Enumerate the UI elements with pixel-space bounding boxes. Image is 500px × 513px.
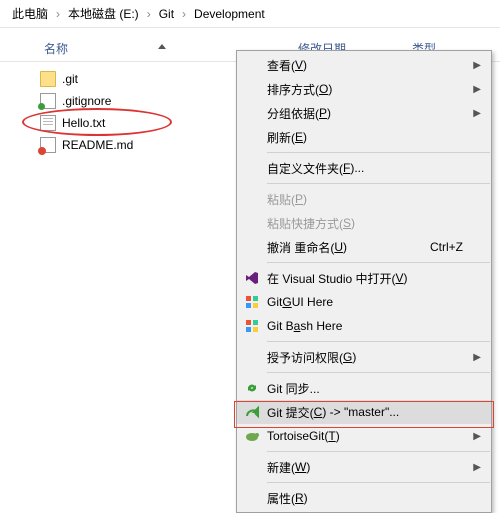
crumb-dev[interactable]: Development [190, 7, 269, 21]
menu-label: Git 同步... [267, 380, 320, 397]
menu-git-sync[interactable]: Git 同步... [237, 376, 491, 400]
chevron-right-icon: ▶ [473, 431, 481, 442]
menu-properties[interactable]: 属性(R) [237, 486, 491, 510]
chevron-right-icon: ▶ [473, 84, 481, 95]
chevron-right-icon: ▶ [473, 60, 481, 71]
chevron-right-icon: ▶ [473, 462, 481, 473]
menu-git-commit[interactable]: Git 提交(C) -> "master"... [237, 400, 491, 424]
separator [267, 152, 490, 153]
crumb-sep: › [52, 7, 64, 21]
breadcrumb[interactable]: 此电脑 › 本地磁盘 (E:) › Git › Development [0, 0, 500, 28]
git-icon [244, 294, 260, 310]
crumb-drive[interactable]: 本地磁盘 (E:) [64, 5, 143, 22]
file-item-git[interactable]: .git [26, 68, 226, 90]
separator [267, 372, 490, 373]
menu-tortoisegit[interactable]: TortoiseGit(T)▶ [237, 424, 491, 448]
sort-caret-icon [158, 44, 166, 49]
menu-refresh[interactable]: 刷新(E) [237, 125, 491, 149]
col-name[interactable]: 名称 [44, 36, 68, 62]
file-item-gitignore[interactable]: .gitignore [26, 90, 226, 112]
file-label: Hello.txt [62, 116, 105, 130]
vs-icon [244, 270, 260, 286]
file-label: .gitignore [62, 94, 111, 108]
chevron-right-icon: ▶ [473, 352, 481, 363]
menu-undo-rename[interactable]: 撤消 重命名(U)Ctrl+Z [237, 235, 491, 259]
separator [267, 341, 490, 342]
file-icon [40, 137, 56, 153]
separator [267, 482, 490, 483]
file-item-hello[interactable]: Hello.txt [26, 112, 226, 134]
shortcut-text: Ctrl+Z [430, 240, 463, 254]
chevron-right-icon: ▶ [473, 108, 481, 119]
menu-new[interactable]: 新建(W)▶ [237, 455, 491, 479]
crumb-sep: › [178, 7, 190, 21]
crumb-git[interactable]: Git [155, 7, 178, 21]
context-menu: 查看(V)▶ 排序方式(O)▶ 分组依据(P)▶ 刷新(E) 自定义文件夹(F)… [236, 50, 492, 513]
menu-give-access[interactable]: 授予访问权限(G)▶ [237, 345, 491, 369]
menu-open-in-vs[interactable]: 在 Visual Studio 中打开(V) [237, 266, 491, 290]
menu-paste-shortcut: 粘贴快捷方式(S) [237, 211, 491, 235]
menu-group[interactable]: 分组依据(P)▶ [237, 101, 491, 125]
crumb-pc[interactable]: 此电脑 [8, 5, 52, 22]
menu-view[interactable]: 查看(V)▶ [237, 53, 491, 77]
sync-icon [244, 380, 260, 396]
separator [267, 183, 490, 184]
menu-git-bash[interactable]: Git Bash Here [237, 314, 491, 338]
folder-icon [40, 71, 56, 87]
separator [267, 262, 490, 263]
file-list: .git .gitignore Hello.txt README.md [26, 68, 226, 156]
tortoise-icon [244, 428, 260, 444]
menu-git-gui[interactable]: Git GUI Here [237, 290, 491, 314]
crumb-sep: › [143, 7, 155, 21]
menu-sort[interactable]: 排序方式(O)▶ [237, 77, 491, 101]
menu-paste: 粘贴(P) [237, 187, 491, 211]
commit-icon [244, 404, 260, 420]
file-label: README.md [62, 138, 133, 152]
file-item-readme[interactable]: README.md [26, 134, 226, 156]
file-icon [40, 115, 56, 131]
file-icon [40, 93, 56, 109]
git-icon [244, 318, 260, 334]
separator [267, 451, 490, 452]
file-label: .git [62, 72, 78, 86]
menu-customize-folder[interactable]: 自定义文件夹(F)... [237, 156, 491, 180]
